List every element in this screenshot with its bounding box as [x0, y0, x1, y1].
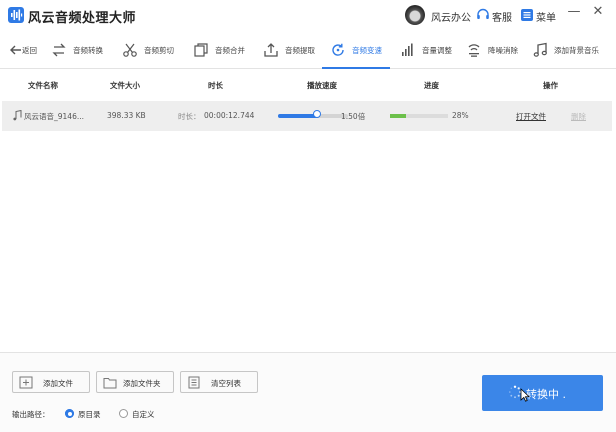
output-path-label: 输出路径：: [12, 410, 50, 419]
menu-button[interactable]: 菜单: [536, 9, 556, 24]
speed-refresh-icon: [332, 43, 344, 56]
tab-audio-merge[interactable]: 音频合并: [193, 33, 255, 69]
convert-button[interactable]: 转换中 .: [482, 375, 603, 411]
table-header: 文件名称 文件大小 时长 播放速度 进度 操作: [0, 76, 616, 96]
tab-label: 音频转换: [73, 46, 103, 55]
customer-service-button[interactable]: 客服: [492, 9, 512, 24]
add-file-icon: [19, 376, 33, 389]
close-button[interactable]: ✕: [589, 4, 607, 24]
file-name: 风云语音_9146...: [24, 112, 84, 121]
table-row[interactable]: 风云语音_9146... 398.33 KB 时长： 00:00:12.744 …: [2, 101, 612, 131]
tab-noise-reduction[interactable]: 降噪消除: [466, 33, 528, 69]
music-note-icon: [533, 42, 547, 57]
brand-label[interactable]: 风云办公: [431, 9, 471, 24]
progress-bar: [390, 114, 448, 118]
duration-label: 时长：: [178, 112, 201, 121]
tab-label: 添加背景音乐: [554, 46, 599, 55]
file-list-area: [0, 131, 616, 351]
radio-original-dir-label[interactable]: 原目录: [78, 409, 101, 420]
speed-slider-thumb[interactable]: [313, 110, 321, 118]
user-avatar[interactable]: [405, 5, 425, 25]
tab-audio-convert[interactable]: 音频转换: [51, 33, 113, 69]
active-tab-indicator: [322, 67, 390, 69]
menu-icon[interactable]: [520, 8, 534, 22]
speed-slider-fill: [278, 114, 317, 118]
progress-value: 28%: [452, 111, 469, 120]
tab-label: 降噪消除: [488, 46, 518, 55]
app-logo-icon: [8, 7, 24, 23]
delete-link[interactable]: 删除: [571, 111, 586, 122]
back-button[interactable]: 返回: [8, 33, 44, 69]
back-label: 返回: [22, 46, 37, 55]
add-file-label: 添加文件: [43, 379, 73, 388]
app-title: 风云音频处理大师: [28, 11, 137, 26]
progress-bar-fill: [390, 114, 406, 118]
title-bar: 风云音频处理大师 风云办公 客服 菜单 — ✕: [0, 0, 616, 32]
noise-wave-icon: [468, 44, 480, 57]
radio-custom-dir-label[interactable]: 自定义: [132, 409, 155, 420]
tab-volume-adjust[interactable]: 音量调整: [400, 33, 462, 69]
duration-value: 00:00:12.744: [204, 111, 255, 120]
add-folder-label: 添加文件夹: [123, 379, 161, 388]
audio-file-icon: [13, 110, 22, 121]
add-folder-button[interactable]: 添加文件夹: [96, 371, 174, 393]
tab-label: 音频变速: [352, 46, 382, 55]
volume-bars-icon: [402, 43, 413, 56]
clear-list-button[interactable]: 清空列表: [180, 371, 258, 393]
tab-add-background-music[interactable]: 添加背景音乐: [532, 33, 612, 69]
tab-audio-speed[interactable]: 音频变速: [330, 33, 392, 69]
speed-value: 1.50倍: [341, 112, 366, 121]
tab-label: 音频合并: [215, 46, 245, 55]
radio-original-dir[interactable]: [65, 409, 74, 418]
tool-tabs: 返回 音频转换 音频剪切 音频合并 音频提取 音频变速 音量调整 降噪消除 添加…: [0, 33, 616, 69]
add-folder-icon: [103, 378, 117, 389]
tab-label: 音量调整: [422, 46, 452, 55]
header-file-name: 文件名称: [28, 81, 58, 90]
add-file-button[interactable]: 添加文件: [12, 371, 90, 393]
header-duration: 时长: [208, 81, 223, 90]
header-progress: 进度: [424, 81, 439, 90]
header-actions: 操作: [543, 81, 558, 90]
minimize-button[interactable]: —: [565, 4, 583, 24]
tab-audio-extract[interactable]: 音频提取: [263, 33, 325, 69]
tab-label: 音频剪切: [144, 46, 174, 55]
headset-icon[interactable]: [476, 8, 490, 22]
radio-custom-dir[interactable]: [119, 409, 128, 418]
extract-upload-icon: [264, 43, 278, 57]
mouse-cursor-icon: [520, 388, 530, 402]
tab-label: 音频提取: [285, 46, 315, 55]
clear-list-icon: [188, 376, 200, 389]
convert-label: 转换中 .: [526, 388, 566, 401]
tab-audio-cut[interactable]: 音频剪切: [122, 33, 184, 69]
merge-icon: [194, 43, 208, 57]
open-file-link[interactable]: 打开文件: [516, 111, 546, 122]
file-size: 398.33 KB: [107, 111, 146, 120]
header-file-size: 文件大小: [110, 81, 140, 90]
header-speed: 播放速度: [307, 81, 337, 90]
scissors-icon: [123, 43, 137, 57]
clear-list-label: 清空列表: [211, 379, 241, 388]
convert-arrows-icon: [52, 43, 66, 57]
